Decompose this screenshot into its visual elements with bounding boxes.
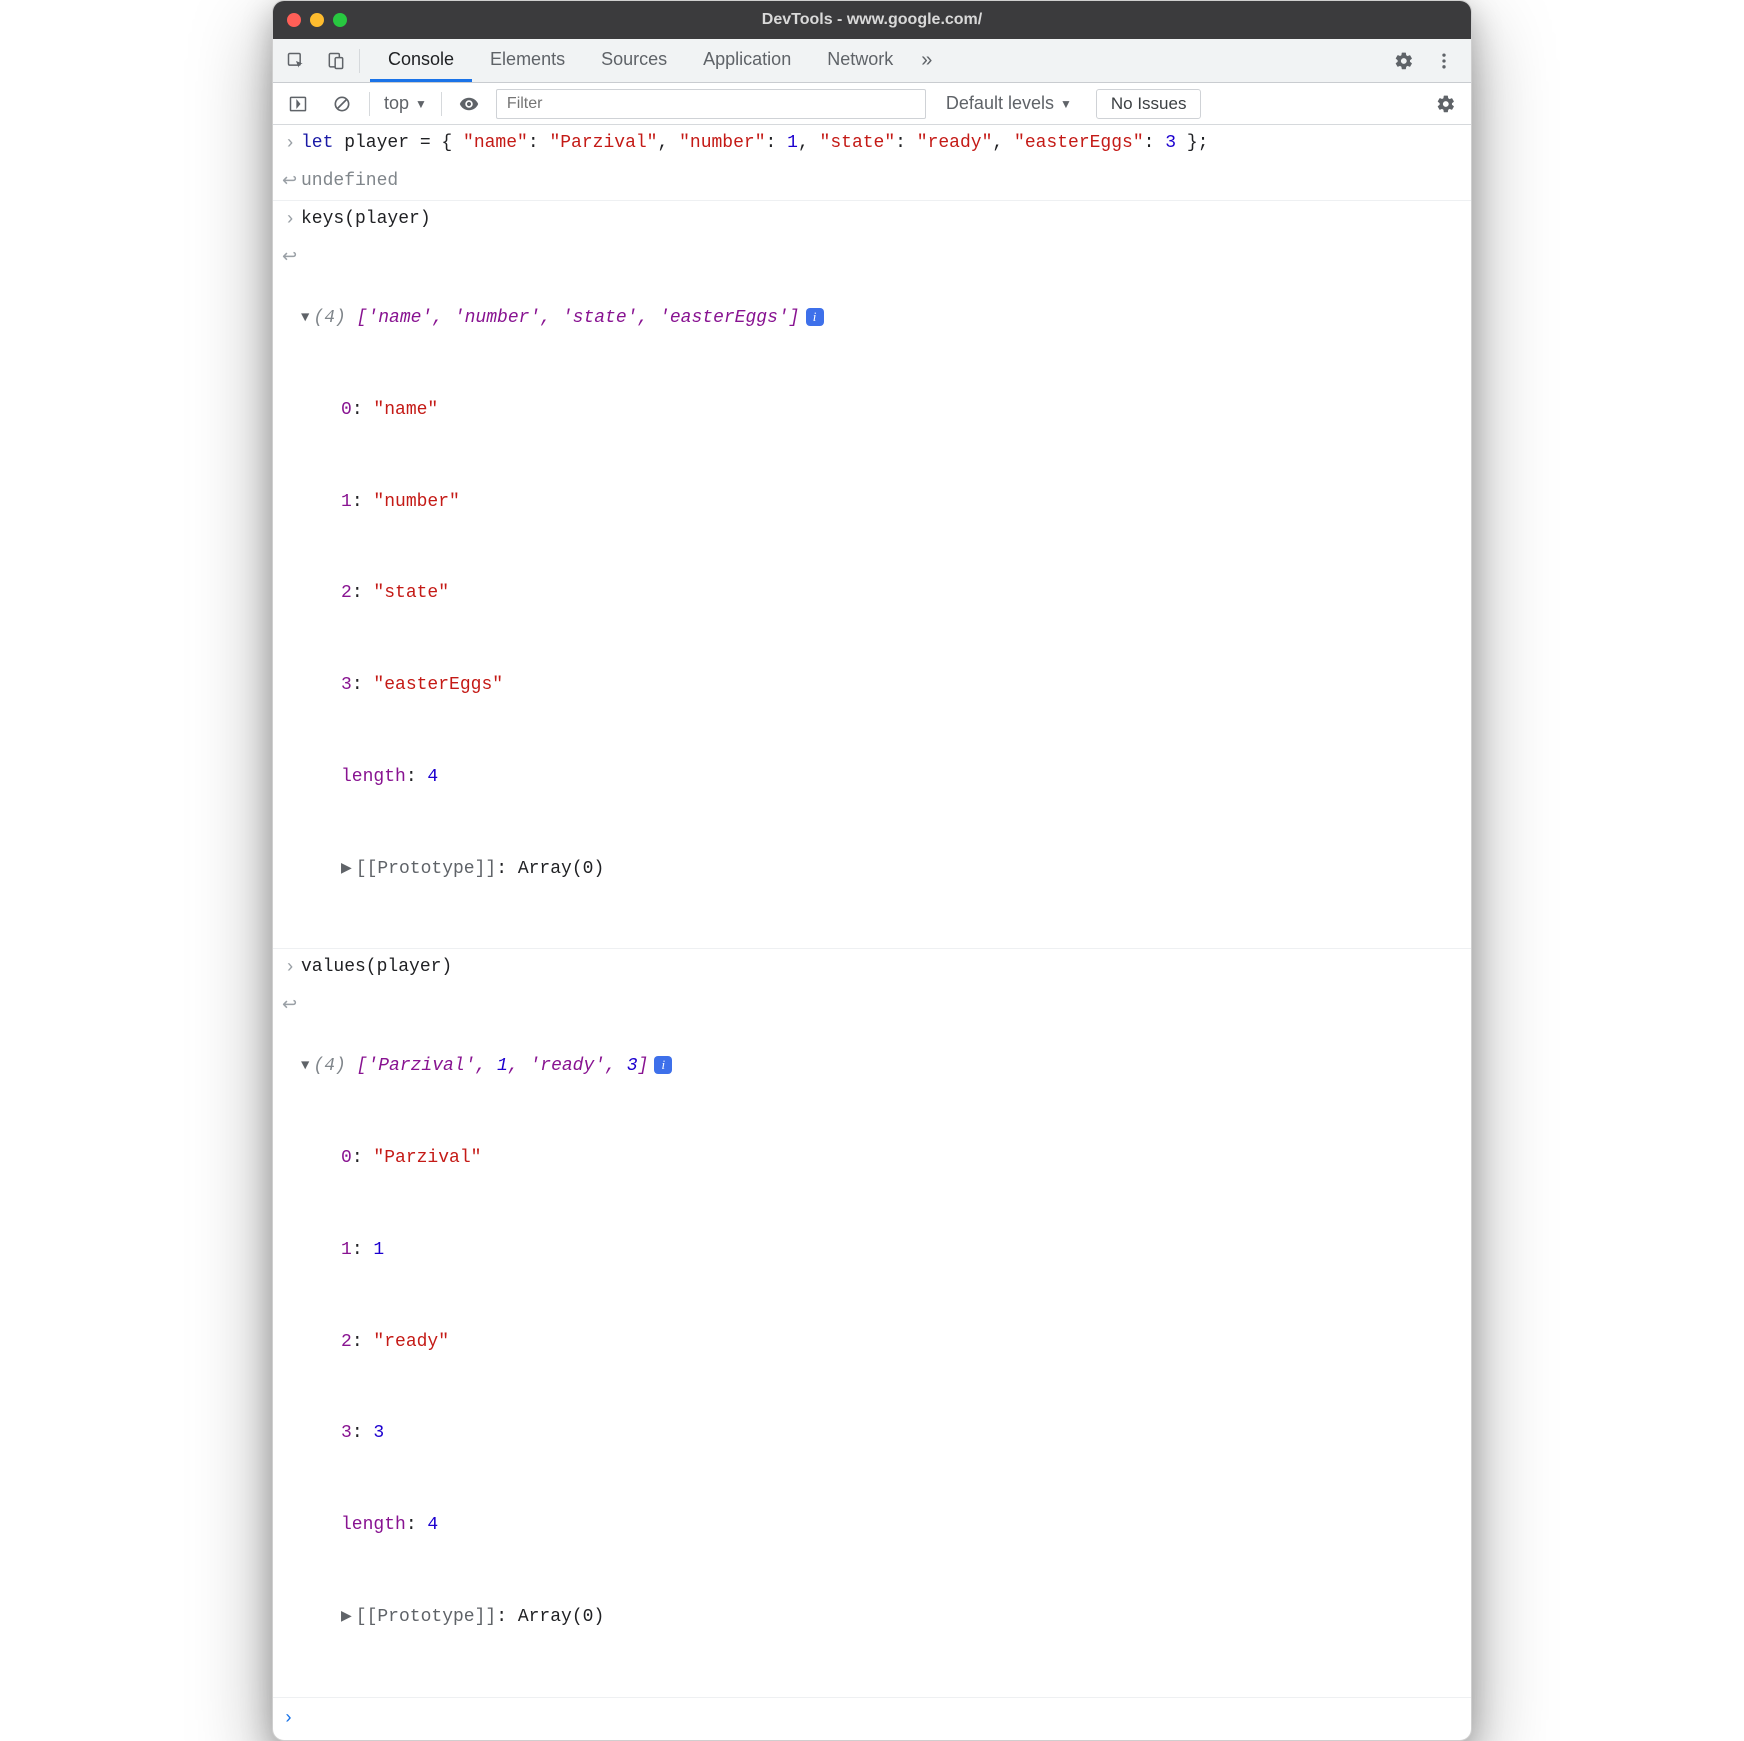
info-icon[interactable]: i — [806, 308, 824, 326]
tab-elements[interactable]: Elements — [472, 39, 583, 82]
return-icon: ↪ — [279, 242, 301, 274]
disclosure-triangle-icon[interactable] — [341, 1606, 352, 1630]
array-result: (4) ['name', 'number', 'state', 'easterE… — [301, 242, 1461, 946]
return-icon: ↪ — [279, 990, 301, 1022]
console-result-row[interactable]: ↪ (4) ['name', 'number', 'state', 'easte… — [273, 239, 1471, 950]
result-value: undefined — [301, 166, 1461, 197]
devtools-window: DevTools - www.google.com/ Console Eleme… — [272, 0, 1472, 1741]
issues-button[interactable]: No Issues — [1096, 89, 1202, 119]
sidebar-toggle-icon[interactable] — [281, 87, 315, 121]
chevron-down-icon: ▼ — [415, 97, 427, 111]
clear-console-icon[interactable] — [325, 87, 359, 121]
tab-sources[interactable]: Sources — [583, 39, 685, 82]
disclosure-triangle-icon[interactable] — [301, 1055, 309, 1079]
more-tabs-icon[interactable]: » — [911, 49, 942, 72]
prompt-icon: › — [279, 204, 301, 236]
kebab-menu-icon[interactable] — [1427, 44, 1461, 78]
device-toolbar-icon[interactable] — [319, 44, 353, 78]
settings-icon[interactable] — [1387, 44, 1421, 78]
context-select[interactable]: top ▼ — [380, 93, 431, 114]
disclosure-triangle-icon[interactable] — [341, 858, 352, 882]
minimize-button[interactable] — [310, 13, 324, 27]
console-result-row: ↪ undefined — [273, 163, 1471, 202]
prompt-icon: › — [279, 952, 301, 984]
filter-input[interactable] — [496, 89, 926, 119]
tab-network[interactable]: Network — [809, 39, 911, 82]
console-input-row[interactable]: › keys(player) — [273, 201, 1471, 239]
prompt-icon: › — [279, 128, 301, 160]
array-result: (4) ['Parzival', 1, 'ready', 3]i 0: "Par… — [301, 990, 1461, 1694]
inspect-element-icon[interactable] — [279, 44, 313, 78]
tab-application[interactable]: Application — [685, 39, 809, 82]
close-button[interactable] — [287, 13, 301, 27]
panel-tabs: Console Elements Sources Application Net… — [370, 39, 911, 82]
console-settings-icon[interactable] — [1429, 87, 1463, 121]
disclosure-triangle-icon[interactable] — [301, 307, 309, 331]
traffic-lights — [287, 13, 347, 27]
prompt-icon: › — [283, 1708, 294, 1729]
code-line: let player = { "name": "Parzival", "numb… — [301, 128, 1461, 159]
console-prompt[interactable]: › — [273, 1698, 1471, 1741]
info-icon[interactable]: i — [654, 1056, 672, 1074]
context-label: top — [384, 93, 409, 114]
maximize-button[interactable] — [333, 13, 347, 27]
window-title: DevTools - www.google.com/ — [273, 11, 1471, 29]
live-expression-icon[interactable] — [452, 87, 486, 121]
return-icon: ↪ — [279, 166, 301, 198]
console-output: › let player = { "name": "Parzival", "nu… — [273, 125, 1471, 1740]
chevron-down-icon: ▼ — [1060, 97, 1072, 111]
code-line: keys(player) — [301, 204, 1461, 235]
levels-label: Default levels — [946, 93, 1054, 114]
log-levels-select[interactable]: Default levels ▼ — [946, 93, 1072, 114]
console-result-row[interactable]: ↪ (4) ['Parzival', 1, 'ready', 3]i 0: "P… — [273, 987, 1471, 1698]
tabstrip: Console Elements Sources Application Net… — [273, 39, 1471, 83]
tab-console[interactable]: Console — [370, 39, 472, 82]
console-input-row[interactable]: › values(player) — [273, 949, 1471, 987]
code-line: values(player) — [301, 952, 1461, 983]
console-input-row[interactable]: › let player = { "name": "Parzival", "nu… — [273, 125, 1471, 163]
titlebar: DevTools - www.google.com/ — [273, 1, 1471, 39]
console-toolbar: top ▼ Default levels ▼ No Issues — [273, 83, 1471, 125]
